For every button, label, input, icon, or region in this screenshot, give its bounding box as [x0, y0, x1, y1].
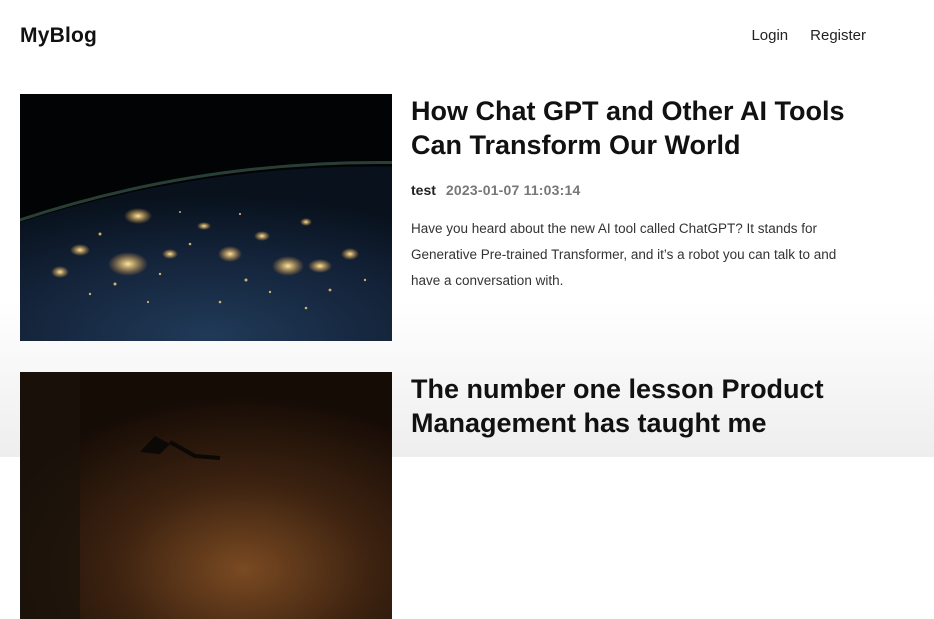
post-meta: test 2023-01-07 11:03:14	[411, 182, 881, 198]
post-content: How Chat GPT and Other AI Tools Can Tran…	[411, 94, 881, 308]
post-author: test	[411, 182, 436, 198]
post-title[interactable]: How Chat GPT and Other AI Tools Can Tran…	[411, 94, 881, 162]
post-date: 2023-01-07 11:03:14	[445, 182, 581, 198]
post-description: Have you heard about the new AI tool cal…	[411, 221, 837, 288]
post-content: The number one lesson Product Management…	[411, 372, 881, 440]
site-logo[interactable]: MyBlog	[20, 24, 97, 48]
post-thumbnail[interactable]	[20, 372, 392, 619]
earth-at-night-image	[20, 94, 392, 341]
top-nav: Login Register	[751, 27, 866, 44]
login-link[interactable]: Login	[751, 27, 788, 44]
post-thumbnail[interactable]	[20, 94, 392, 341]
register-link[interactable]: Register	[810, 27, 866, 44]
dark-desk-lamp-image	[20, 372, 392, 619]
site-header: MyBlog Login Register	[0, 0, 934, 72]
post-title[interactable]: The number one lesson Product Management…	[411, 372, 881, 440]
